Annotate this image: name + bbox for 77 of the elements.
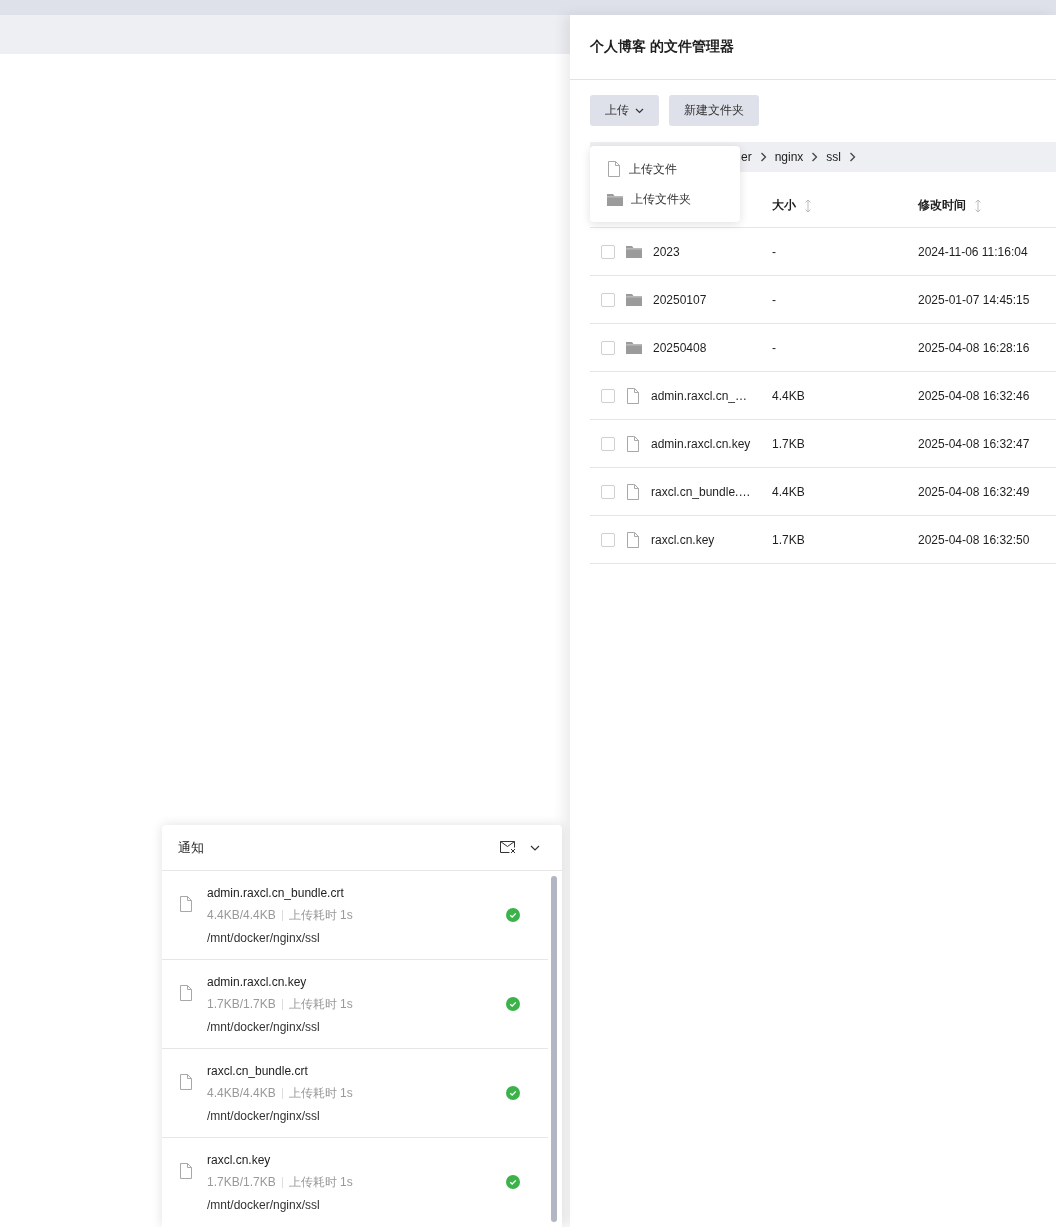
chevron-right-icon — [811, 152, 819, 162]
folder-icon — [626, 293, 642, 306]
file-path: /mnt/docker/nginx/ssl — [207, 1197, 321, 1212]
upload-duration: 上传耗时 1s — [288, 1173, 353, 1191]
file-name[interactable]: admin.raxcl.cn.key — [651, 436, 751, 451]
menu-item[interactable]: 上传文件 — [590, 154, 740, 184]
checkbox[interactable] — [601, 388, 615, 403]
menu-item[interactable]: 上传文件夹 — [590, 184, 740, 214]
modified-time: 2025-04-08 16:28:16 — [918, 340, 1030, 355]
file-path: /mnt/docker/nginx/ssl — [207, 1108, 321, 1123]
mail-clear-icon[interactable] — [500, 841, 516, 854]
checkbox[interactable] — [601, 292, 615, 307]
transfer-size: 4.4KB/4.4KB — [207, 1086, 276, 1100]
file-size: - — [772, 292, 776, 307]
modified-time: 2025-04-08 16:32:47 — [918, 436, 1030, 451]
transfer-size: 4.4KB/4.4KB — [207, 908, 276, 922]
breadcrumb-item[interactable]: er — [741, 150, 752, 164]
file-icon — [626, 435, 640, 452]
file-name[interactable]: raxcl.cn.key — [651, 532, 715, 547]
file-path: /mnt/docker/nginx/ssl — [207, 1019, 321, 1034]
file-icon — [626, 531, 640, 548]
upload-duration: 上传耗时 1s — [288, 995, 353, 1013]
chevron-right-icon — [849, 152, 857, 162]
folder-icon — [607, 192, 623, 206]
file-name[interactable]: 2023 — [653, 244, 680, 259]
upload-duration: 上传耗时 1s — [288, 906, 353, 924]
file-size: - — [772, 244, 776, 259]
sort-icon[interactable] — [804, 198, 812, 213]
chevron-right-icon — [759, 152, 767, 162]
breadcrumb-item[interactable]: nginx — [774, 150, 804, 164]
file-name[interactable]: admin.raxcl.cn_… — [651, 388, 748, 403]
file-name: admin.raxcl.cn.key — [207, 974, 308, 989]
file-icon — [179, 896, 193, 912]
file-path: /mnt/docker/nginx/ssl — [207, 930, 321, 945]
file-size: - — [772, 340, 776, 355]
sort-icon[interactable] — [974, 198, 982, 213]
file-size: 1.7KB — [772, 532, 805, 547]
checkbox[interactable] — [601, 484, 615, 499]
caret-icon — [635, 107, 644, 114]
file-icon — [179, 1074, 193, 1090]
file-icon — [626, 387, 640, 404]
file-name: raxcl.cn.key — [207, 1152, 272, 1167]
file-icon — [607, 161, 621, 177]
column-header: 大小 — [772, 197, 796, 214]
modified-time: 2025-04-08 16:32:50 — [918, 532, 1030, 547]
notification-title: 通知 — [178, 838, 205, 857]
file-name[interactable]: raxcl.cn_bundle.… — [651, 484, 751, 499]
file-size: 1.7KB — [772, 436, 805, 451]
collapse-icon[interactable] — [530, 844, 540, 851]
file-name: raxcl.cn_bundle.crt — [207, 1063, 309, 1078]
file-name[interactable]: 20250408 — [653, 340, 707, 355]
checkbox[interactable] — [601, 436, 615, 451]
file-icon — [626, 483, 640, 500]
file-icon — [179, 1163, 193, 1179]
modified-time: 2024-11-06 11:16:04 — [918, 244, 1028, 259]
checkbox[interactable] — [601, 340, 615, 355]
modified-time: 2025-04-08 16:32:49 — [918, 484, 1030, 499]
file-name: admin.raxcl.cn_bundle.crt — [207, 885, 345, 900]
modified-time: 2025-04-08 16:32:46 — [918, 388, 1030, 403]
file-icon — [179, 985, 193, 1001]
checkbox[interactable] — [601, 244, 615, 259]
upload-button[interactable]: 上传 — [590, 95, 659, 126]
upload-duration: 上传耗时 1s — [288, 1084, 353, 1102]
transfer-size: 1.7KB/1.7KB — [207, 1175, 276, 1189]
column-header: 修改时间 — [918, 197, 966, 214]
folder-icon — [626, 341, 642, 354]
panel-title: 个人博客 的文件管理器 — [590, 38, 734, 56]
file-name[interactable]: 20250107 — [653, 292, 707, 307]
checkbox[interactable] — [601, 532, 615, 547]
transfer-size: 1.7KB/1.7KB — [207, 997, 276, 1011]
folder-icon — [626, 245, 642, 258]
new-folder-button[interactable]: 新建文件夹 — [669, 95, 759, 126]
modified-time: 2025-01-07 14:45:15 — [918, 292, 1030, 307]
scrollbar[interactable] — [551, 876, 557, 1222]
file-size: 4.4KB — [772, 388, 805, 403]
breadcrumb-item[interactable]: ssl — [826, 150, 842, 164]
file-size: 4.4KB — [772, 484, 805, 499]
